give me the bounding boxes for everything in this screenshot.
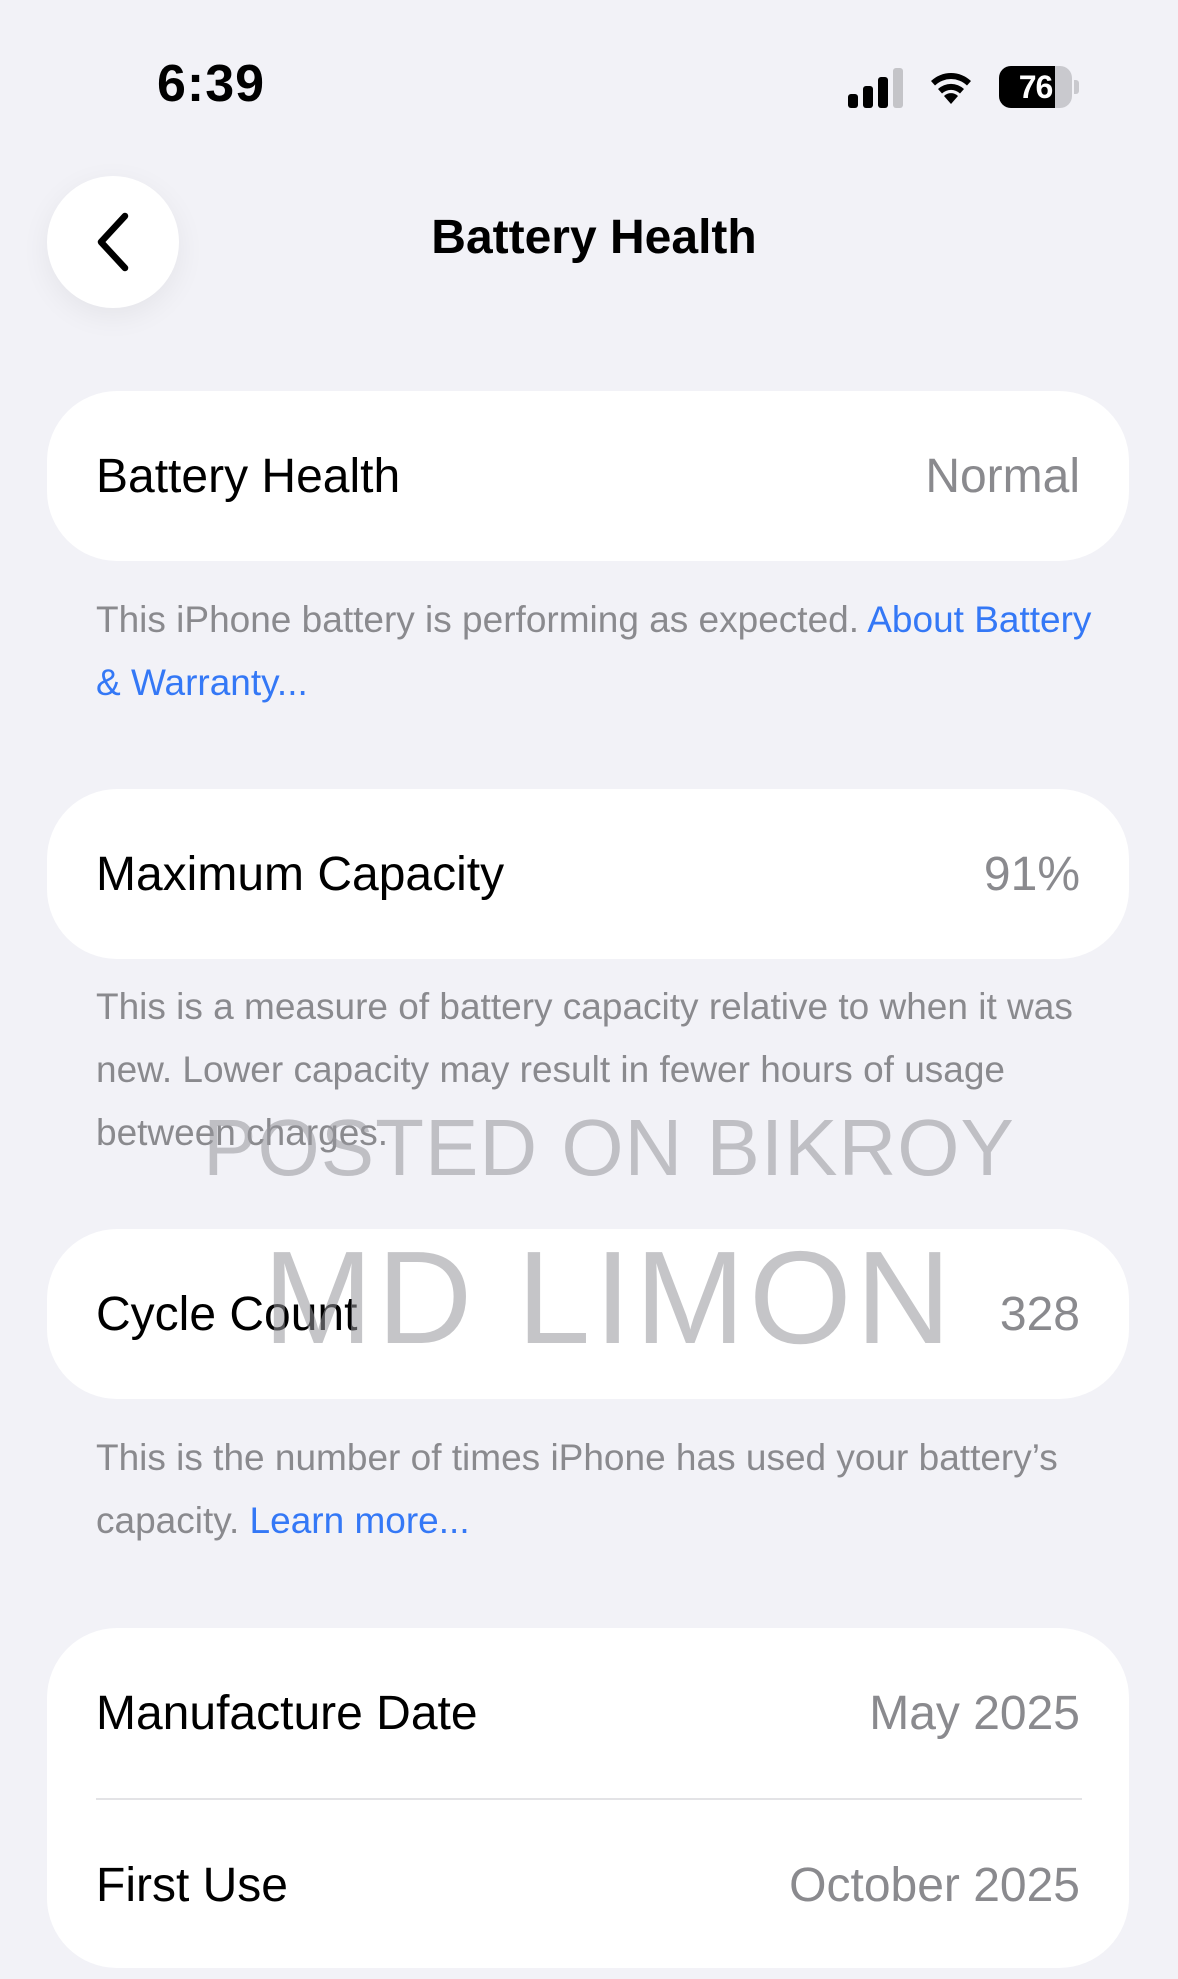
learn-more-link[interactable]: Learn more... (250, 1500, 470, 1541)
battery-health-card: Battery Health Normal (47, 391, 1129, 561)
manufacture-date-value: May 2025 (869, 1686, 1080, 1740)
first-use-label: First Use (96, 1858, 288, 1912)
maximum-capacity-row: Maximum Capacity 91% (47, 789, 1129, 959)
wifi-icon (927, 68, 975, 106)
battery-health-footnote-text: This iPhone battery is performing as exp… (96, 599, 868, 640)
cycle-count-row: Cycle Count 328 (47, 1229, 1129, 1399)
signal-icon (848, 66, 903, 108)
cycle-count-value: 328 (999, 1287, 1080, 1341)
status-time: 6:39 (157, 55, 266, 113)
first-use-value: October 2025 (789, 1858, 1080, 1912)
cycle-count-card: Cycle Count 328 (47, 1229, 1129, 1399)
page-title: Battery Health (431, 211, 757, 264)
manufacture-date-row: Manufacture Date May 2025 (47, 1628, 1129, 1798)
cycle-count-footnote: This is the number of times iPhone has u… (96, 1426, 1096, 1552)
status-icons: 76 (848, 62, 1079, 112)
cycle-count-label: Cycle Count (96, 1287, 358, 1341)
battery-health-row: Battery Health Normal (47, 391, 1129, 561)
battery-health-footnote: This iPhone battery is performing as exp… (96, 588, 1096, 714)
dates-card: Manufacture Date May 2025 First Use Octo… (47, 1628, 1129, 1968)
maximum-capacity-footnote: This is a measure of battery capacity re… (96, 986, 1073, 1153)
maximum-capacity-label: Maximum Capacity (96, 847, 505, 901)
first-use-row: First Use October 2025 (47, 1800, 1129, 1970)
battery-health-label: Battery Health (96, 449, 401, 503)
battery-health-value: Normal (925, 449, 1080, 503)
manufacture-date-label: Manufacture Date (96, 1686, 478, 1740)
battery-icon: 76 (999, 66, 1079, 108)
maximum-capacity-card: Maximum Capacity 91% (47, 789, 1129, 959)
cycle-count-footnote-text: This is the number of times iPhone has u… (96, 1437, 1058, 1541)
maximum-capacity-value: 91% (983, 847, 1080, 901)
battery-level: 76 (1018, 68, 1054, 105)
battery-health-screen: 6:39 76 Battery Health Battery Health No… (0, 0, 1178, 1979)
